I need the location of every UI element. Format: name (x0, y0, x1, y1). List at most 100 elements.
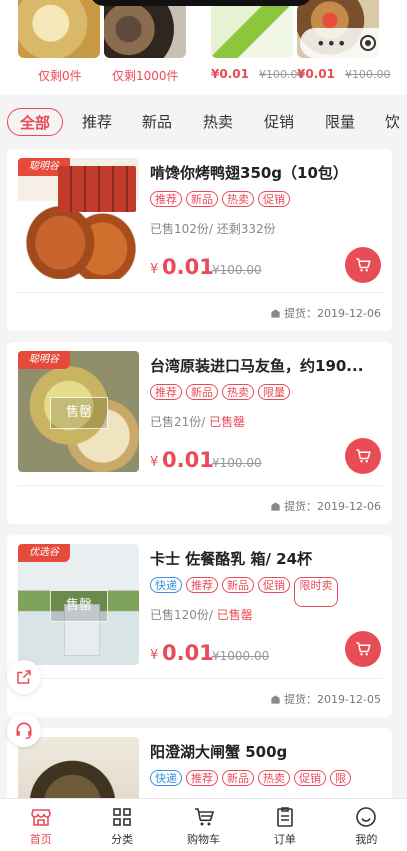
tag: 限时卖 (294, 577, 338, 607)
original-price: ¥1000.00 (212, 649, 270, 663)
tab-limited[interactable]: 限量 (325, 108, 355, 136)
close-capsule-icon[interactable] (359, 35, 376, 51)
tab-promo[interactable]: 促销 (264, 108, 294, 136)
price: 0.01 (162, 448, 214, 472)
product-name[interactable]: 啃馋你烤鸭翅350g（10包） (150, 162, 382, 183)
product-card[interactable]: 优选谷 售罄 卡士 佐餐酪乳 箱/ 24杯 快递 推荐 新品 促销 限时卖 已售… (7, 535, 392, 717)
tag: 新品 (186, 384, 218, 400)
tab-drinks[interactable]: 饮 (385, 108, 399, 136)
brand-badge: 聪明谷 (18, 351, 70, 369)
tag: 新品 (186, 191, 218, 207)
tag: 推荐 (150, 384, 182, 400)
nav-label: 分类 (111, 833, 134, 846)
divider (18, 678, 382, 679)
product-card[interactable]: 聪明谷 啃馋你烤鸭翅350g（10包） 推荐 新品 热卖 促销 已售102份/ … (7, 149, 392, 331)
tag-row: 快递 推荐 新品 促销 限时卖 (150, 577, 338, 607)
pickup-icon (271, 308, 280, 318)
stock-remaining-text: 仅剩0件 (38, 69, 82, 83)
tag: 推荐 (186, 770, 218, 786)
tag: 热卖 (258, 770, 290, 786)
nav-label: 购物车 (187, 833, 221, 846)
original-price: ¥100.00 (212, 456, 262, 470)
brand-badge: 优选谷 (18, 544, 70, 562)
price: 0.01 (162, 641, 214, 665)
product-name[interactable]: 阳澄湖大闸蟹 500g (150, 741, 382, 762)
pickup-date-text: 提货：2019-12-06 (284, 307, 381, 320)
tag: 热卖 (222, 191, 254, 207)
pickup-icon (271, 694, 280, 704)
strip-price: ¥0.01 (211, 67, 249, 81)
sold-count: 已售21份/ 已售罄 (150, 413, 245, 430)
divider (18, 485, 382, 486)
nav-label: 我的 (355, 833, 378, 846)
nav-home[interactable]: 首页 (0, 799, 81, 851)
camera-notch (90, 0, 312, 6)
tag: 推荐 (150, 191, 182, 207)
tag: 促销 (258, 191, 290, 207)
tag: 新品 (222, 577, 254, 593)
profile-icon (356, 807, 377, 827)
price: 0.01 (162, 255, 214, 279)
tag: 快递 (150, 577, 182, 593)
pomelo-thumbnail[interactable] (18, 0, 100, 58)
tab-hot[interactable]: 热卖 (203, 108, 233, 136)
bottom-nav: 首页 分类 购物车 订单 我的 (0, 798, 407, 851)
nav-label: 订单 (273, 833, 296, 846)
sold-out-status: 已售罄 (216, 608, 253, 622)
tag: 快递 (150, 770, 182, 786)
tab-recommend[interactable]: 推荐 (82, 108, 112, 136)
more-icon[interactable]: ••• (316, 34, 347, 53)
add-to-cart-button[interactable] (345, 438, 381, 474)
pickup-date: 提货：2019-12-06 (270, 305, 381, 321)
price-symbol: ¥ (150, 262, 159, 277)
tab-all[interactable]: 全部 (7, 108, 64, 136)
original-price: ¥100.00 (212, 263, 262, 277)
sold-out-status: 已售罄 (209, 415, 246, 429)
tag-row: 快递 推荐 新品 热卖 促销 限 (150, 770, 382, 786)
category-tabs: 全部 推荐 新品 热卖 促销 限量 饮 (0, 95, 407, 147)
customer-service-button[interactable] (7, 713, 41, 747)
product-card[interactable]: 聪明谷 售罄 台湾原装进口马友鱼，约190... 推荐 新品 热卖 限量 已售2… (7, 342, 392, 524)
tag: 推荐 (186, 577, 218, 593)
sold-count: 已售102份/ 还剩332份 (150, 222, 276, 236)
product-name[interactable]: 卡士 佐餐酪乳 箱/ 24杯 (150, 548, 382, 569)
mini-program-capsule[interactable]: ••• (300, 28, 392, 58)
add-to-cart-button[interactable] (345, 631, 381, 667)
order-icon (277, 807, 293, 827)
sold-out-overlay: 售罄 (50, 397, 108, 429)
product-image[interactable]: 聪明谷 (18, 158, 139, 279)
category-icon (113, 808, 131, 826)
sold-out-overlay: 售罄 (50, 590, 108, 622)
tag: 新品 (222, 770, 254, 786)
pickup-icon (271, 501, 280, 511)
sold-count-text: 已售21份/ (150, 415, 210, 429)
tag: 促销 (258, 577, 290, 593)
flash-sale-strip: ••• 仅剩0件 仅剩1000件 ¥0.01 ¥100.00 ¥0.01 ¥10… (0, 0, 407, 95)
tag: 热卖 (222, 384, 254, 400)
price-symbol: ¥ (150, 455, 159, 470)
cart-icon (356, 642, 371, 656)
sold-count: 已售120份/ 已售罄 (150, 606, 253, 623)
tag: 限量 (258, 384, 290, 400)
package-graphic (58, 166, 136, 212)
product-image[interactable]: 优选谷 售罄 (18, 544, 139, 665)
tag-row: 推荐 新品 热卖 促销 (150, 191, 290, 207)
add-to-cart-button[interactable] (345, 247, 381, 283)
tab-new[interactable]: 新品 (142, 108, 172, 136)
product-name[interactable]: 台湾原装进口马友鱼，约190... (150, 355, 382, 376)
divider (18, 292, 382, 293)
nav-category[interactable]: 分类 (81, 799, 162, 851)
product-image[interactable]: 聪明谷 售罄 (18, 351, 139, 472)
headset-icon (16, 722, 32, 739)
share-button[interactable] (7, 660, 41, 694)
price-symbol: ¥ (150, 648, 159, 663)
strip-orig-price: ¥100.00 (345, 68, 391, 81)
nav-profile[interactable]: 我的 (326, 799, 407, 851)
detergent-thumbnail[interactable] (211, 0, 293, 58)
nav-orders[interactable]: 订单 (244, 799, 325, 851)
cart-icon (356, 449, 371, 463)
nav-cart[interactable]: 购物车 (163, 799, 244, 851)
dried-fish-thumbnail[interactable] (104, 0, 186, 58)
nav-label: 首页 (29, 833, 52, 846)
tag-row: 推荐 新品 热卖 限量 (150, 384, 290, 400)
